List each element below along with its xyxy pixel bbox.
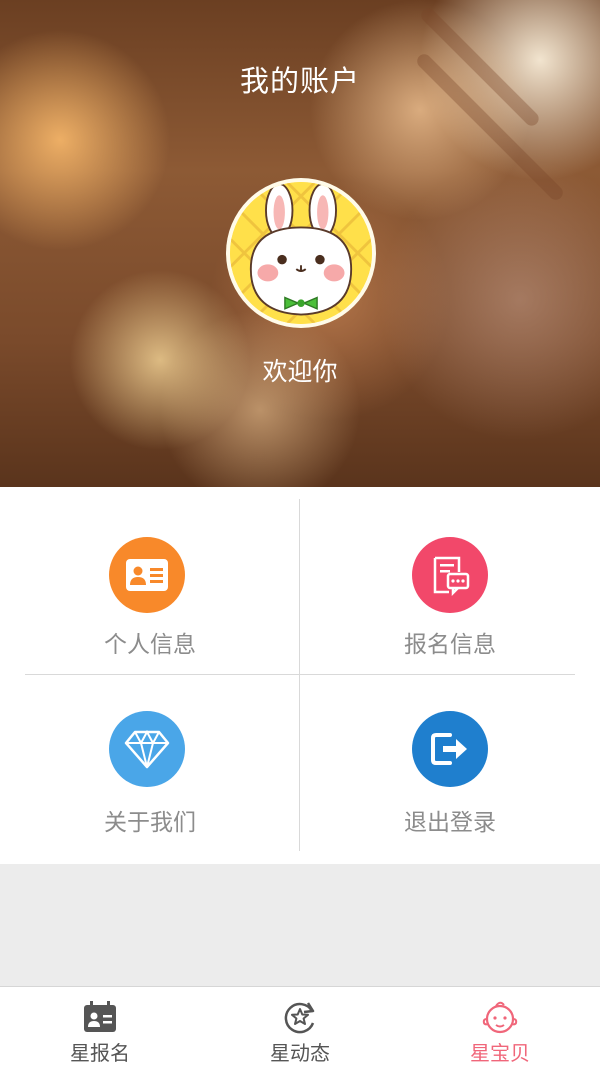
menu-item-logout[interactable]: 退出登录 — [300, 675, 600, 863]
tab-baby[interactable]: 星宝贝 — [400, 987, 600, 1067]
page-title: 我的账户 — [239, 64, 360, 98]
bunny-avatar-icon — [230, 182, 372, 324]
logout-icon — [412, 711, 488, 787]
tab-registration[interactable]: 星报名 — [0, 987, 200, 1067]
menu-item-label: 关于我们 — [104, 810, 196, 836]
account-header: 我的账户 欢迎你 — [0, 0, 600, 487]
star-refresh-icon — [284, 1002, 315, 1034]
tab-news[interactable]: 星动态 — [200, 987, 400, 1067]
menu-item-registration-info[interactable]: 报名信息 — [300, 487, 600, 675]
menu-item-personal-info[interactable]: 个人信息 — [0, 487, 300, 675]
welcome-text: 欢迎你 — [262, 357, 338, 386]
menu-item-about-us[interactable]: 关于我们 — [0, 675, 300, 863]
form-chat-icon — [412, 537, 488, 613]
tab-label: 星报名 — [70, 1041, 130, 1065]
tab-label: 星宝贝 — [470, 1041, 530, 1065]
calendar-contact-icon — [84, 1001, 116, 1032]
account-menu: 个人信息 报名信息 关于我们 退出登录 — [0, 487, 600, 864]
diamond-icon — [109, 711, 185, 787]
baby-face-icon — [482, 1001, 518, 1034]
bottom-tab-bar: 星报名 星动态 星宝贝 — [0, 986, 600, 1067]
avatar[interactable] — [226, 178, 376, 328]
tab-label: 星动态 — [270, 1041, 330, 1065]
menu-item-label: 个人信息 — [104, 632, 196, 658]
id-card-icon — [109, 537, 185, 613]
menu-item-label: 退出登录 — [404, 810, 496, 836]
menu-item-label: 报名信息 — [404, 632, 496, 658]
